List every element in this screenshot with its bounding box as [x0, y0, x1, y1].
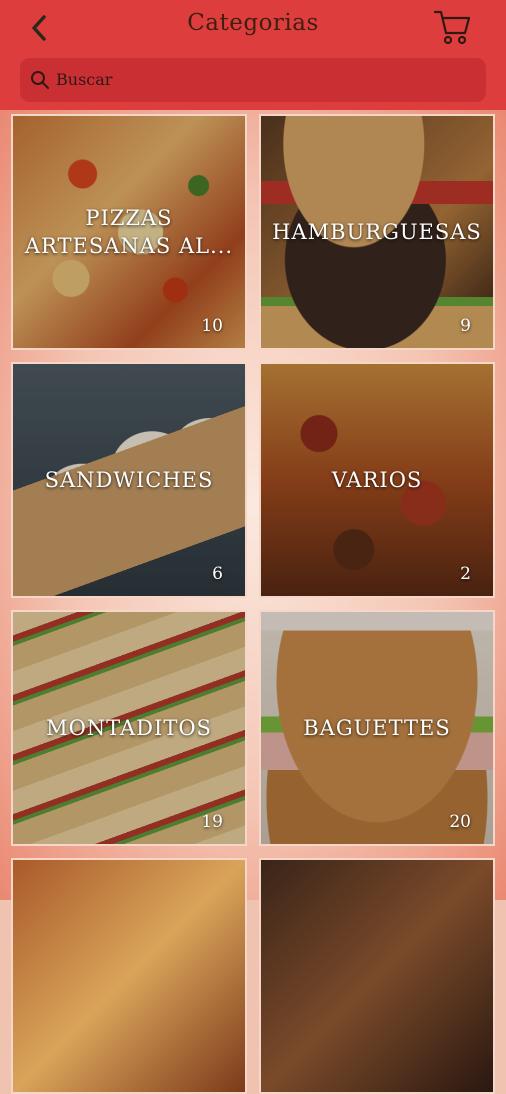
category-card-pizzas[interactable]: PIZZAS ARTESANAS AL... 10 — [11, 114, 247, 350]
category-count: 6 — [212, 564, 223, 584]
category-count: 9 — [460, 316, 471, 336]
category-count: 2 — [460, 564, 471, 584]
category-card-montaditos[interactable]: MONTADITOS 19 — [11, 610, 247, 846]
search-bar[interactable]: Buscar — [20, 58, 486, 102]
category-count: 20 — [449, 812, 471, 832]
category-name: VARIOS — [331, 468, 423, 492]
category-card-sandwiches[interactable]: SANDWICHES 6 — [11, 362, 247, 598]
category-card-partial-1[interactable] — [11, 858, 247, 1094]
category-name: PIZZAS ARTESANAS AL... — [24, 206, 234, 258]
app-header: Categorias Buscar — [0, 0, 506, 110]
page-title: Categorias — [187, 10, 319, 36]
category-count: 10 — [201, 316, 223, 336]
category-card-hamburguesas[interactable]: HAMBURGUESAS 9 — [259, 114, 495, 350]
cart-icon[interactable] — [432, 7, 472, 47]
category-count: 19 — [201, 812, 223, 832]
category-card-partial-2[interactable] — [259, 858, 495, 1094]
search-icon — [31, 71, 49, 89]
category-name: MONTADITOS — [46, 716, 212, 740]
food-image — [13, 860, 245, 1092]
category-card-baguettes[interactable]: BAGUETTES 20 — [259, 610, 495, 846]
category-name: BAGUETTES — [303, 716, 451, 740]
food-image — [261, 860, 493, 1092]
category-name: SANDWICHES — [44, 468, 214, 492]
category-name: HAMBURGUESAS — [272, 220, 482, 244]
search-input[interactable]: Buscar — [56, 70, 112, 89]
category-card-varios[interactable]: VARIOS 2 — [259, 362, 495, 598]
